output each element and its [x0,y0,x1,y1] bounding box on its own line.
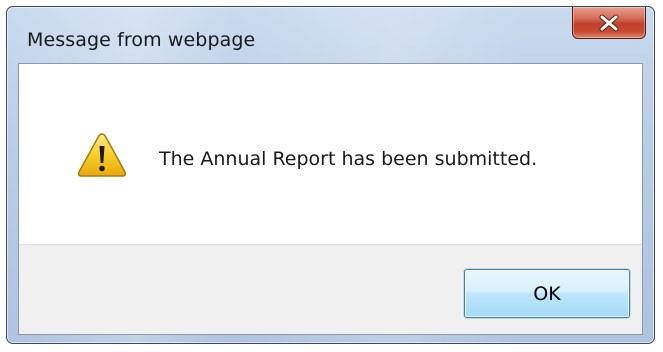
title-bar[interactable]: Message from webpage [7,7,654,64]
close-icon [599,14,619,31]
dialog-body: The Annual Report has been submitted. OK [18,63,643,335]
dialog-title: Message from webpage [27,29,256,51]
warning-icon [77,133,127,177]
message-area: The Annual Report has been submitted. [19,64,642,244]
close-button[interactable] [572,7,646,39]
button-bar: OK [19,244,642,334]
message-dialog: Message from webpage The Annual Report h… [6,6,655,344]
message-text: The Annual Report has been submitted. [159,148,538,170]
ok-button[interactable]: OK [464,269,630,318]
